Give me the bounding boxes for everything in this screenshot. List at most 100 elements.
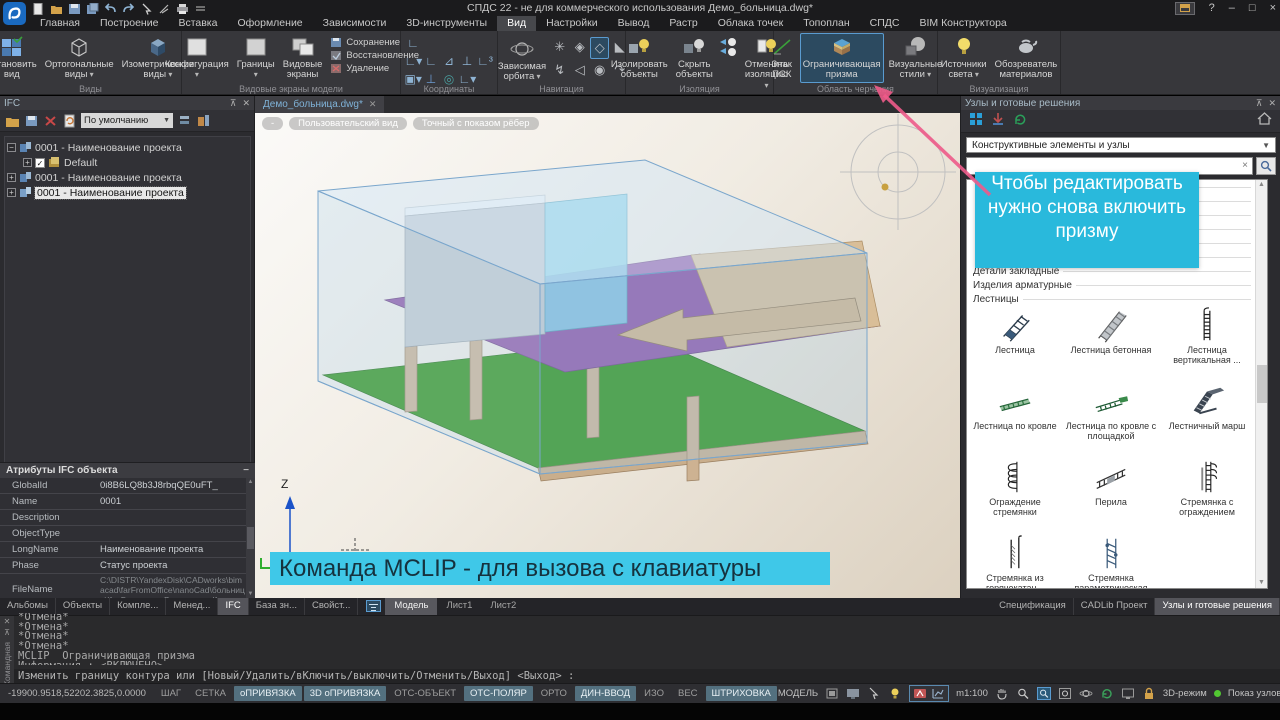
- selection-cursor-icon[interactable]: [867, 687, 881, 700]
- toggle-ves[interactable]: ВЕС: [672, 686, 704, 701]
- menu-vyvod[interactable]: Вывод: [608, 16, 660, 31]
- clipping-prism-button[interactable]: Ограничивающая призма: [800, 33, 884, 83]
- viewport-menu-control[interactable]: -: [262, 117, 283, 130]
- node-item[interactable]: Лестница по кровле с площадкой: [1063, 382, 1159, 458]
- category-row-rebar-products[interactable]: Изделия арматурные∨: [967, 278, 1267, 292]
- configuration-button[interactable]: Конфигурация: [162, 33, 232, 83]
- menu-rastr[interactable]: Растр: [659, 16, 707, 31]
- clear-search-icon[interactable]: ×: [1242, 160, 1248, 171]
- node-item[interactable]: Лестница по кровле: [967, 382, 1063, 458]
- collapse-panel-icon[interactable]: −: [243, 465, 249, 476]
- scale-readout[interactable]: m1:100: [956, 688, 988, 699]
- set-view-button[interactable]: Установить вид: [0, 33, 40, 83]
- show-nodes-label[interactable]: Показ узлов: [1228, 688, 1280, 699]
- save-ifc-icon[interactable]: [24, 114, 39, 128]
- delete-ifc-icon[interactable]: [43, 114, 58, 128]
- structure-mode-icon[interactable]: [196, 114, 211, 128]
- toggle-ots-polyar[interactable]: ОТС-ПОЛЯР: [464, 686, 533, 701]
- isolate-objects-button[interactable]: Изолировать объекты: [608, 33, 671, 83]
- nodes-scrollbar[interactable]: ▲▼: [1255, 180, 1267, 588]
- apps-grid-icon[interactable]: [1175, 2, 1195, 15]
- material-browser-button[interactable]: Обозреватель материалов: [992, 33, 1061, 83]
- node-item[interactable]: Стремянка параметрическая: [1063, 534, 1159, 589]
- attributes-scrollbar[interactable]: ▲▼: [246, 478, 255, 598]
- lighting-icon[interactable]: [888, 687, 902, 700]
- reload-ifc-icon[interactable]: [62, 114, 77, 128]
- app-logo-icon[interactable]: [3, 2, 26, 25]
- command-prompt[interactable]: Изменить границу контура или [Новый/Удал…: [14, 669, 1280, 683]
- steering-wheel-icon[interactable]: ◉: [590, 60, 609, 82]
- toggle-shag[interactable]: ШАГ: [155, 686, 187, 701]
- toggle-3d-oprivyazka[interactable]: 3D оПРИВЯЗКА: [304, 686, 387, 701]
- zoom-icon[interactable]: [1016, 687, 1030, 700]
- toggle-oprivyazka[interactable]: оПРИВЯЗКА: [234, 686, 302, 701]
- zoom-window-icon[interactable]: [1037, 687, 1051, 700]
- tree-row-project-2[interactable]: + 0001 - Наименование проекта: [7, 170, 248, 185]
- node-item[interactable]: Ограждение стремянки: [967, 458, 1063, 534]
- node-item[interactable]: Лестница: [967, 306, 1063, 382]
- menu-3d-instrumenty[interactable]: 3D-инструменты: [396, 16, 497, 31]
- open-ifc-icon[interactable]: [5, 114, 20, 128]
- ucs-3p-icon[interactable]: ∟³: [477, 54, 494, 71]
- pan-hand-icon[interactable]: ✳: [550, 37, 569, 59]
- toggle-orto[interactable]: ОРТО: [535, 686, 573, 701]
- menu-bim-konstruktor[interactable]: BIM Конструктора: [909, 16, 1016, 31]
- navigate-2d-icon[interactable]: ◇: [590, 37, 609, 59]
- toggle-izo[interactable]: ИЗО: [638, 686, 670, 701]
- toggle-shtrihovka[interactable]: ШТРИХОВКА: [706, 686, 777, 701]
- sync-icon[interactable]: [1013, 112, 1027, 131]
- measure-icon[interactable]: [158, 2, 171, 14]
- hide-objects-button[interactable]: Скрыть объекты: [673, 33, 716, 83]
- ifc-view-combo[interactable]: По умолчанию ▼: [81, 113, 173, 128]
- menu-vstavka[interactable]: Вставка: [168, 16, 227, 31]
- sheet-menu-icon[interactable]: [366, 600, 381, 612]
- space-label[interactable]: МОДЕЛЬ: [778, 688, 818, 699]
- save-all-icon[interactable]: [86, 2, 99, 14]
- light-sources-button[interactable]: Источники света: [938, 33, 990, 83]
- menu-oformlenie[interactable]: Оформление: [227, 16, 312, 31]
- node-item[interactable]: Лестница бетонная: [1063, 306, 1159, 382]
- menu-nastroyki[interactable]: Настройки: [536, 16, 608, 31]
- tree-row-project-1[interactable]: − 0001 - Наименование проекта: [7, 140, 248, 155]
- collapse-icon[interactable]: −: [7, 143, 16, 152]
- node-item[interactable]: Лестничный марш: [1159, 382, 1255, 458]
- expand-icon[interactable]: +: [7, 188, 16, 197]
- command-history[interactable]: *Отмена**Отмена**Отмена**Отмена*MCLIP Ог…: [18, 613, 1276, 665]
- ucs-object-icon[interactable]: ⊿: [441, 54, 458, 71]
- category-combo[interactable]: Конструктивные элементы и узлы ▼: [966, 137, 1276, 153]
- help-button[interactable]: ?: [1209, 1, 1215, 15]
- zoom-extents-icon[interactable]: [1058, 687, 1072, 700]
- new-file-icon[interactable]: [32, 2, 45, 14]
- list-mode-icon[interactable]: [177, 114, 192, 128]
- tree-row-project-3-selected[interactable]: + 0001 - Наименование проекта: [7, 185, 248, 200]
- borders-button[interactable]: Границы: [234, 33, 278, 83]
- workspace-icon[interactable]: [846, 687, 860, 700]
- expand-icon[interactable]: +: [7, 173, 16, 182]
- open-folder-icon[interactable]: [50, 2, 63, 14]
- close-icon[interactable]: ✕: [242, 98, 250, 109]
- zoom-dynamic-icon[interactable]: ◈: [570, 37, 589, 59]
- save-icon[interactable]: [68, 2, 81, 14]
- restore-button[interactable]: □: [1249, 1, 1256, 15]
- visual-styles-button[interactable]: Визуальные стили: [886, 33, 946, 83]
- lock-icon[interactable]: [1142, 687, 1156, 700]
- toggle-ots-obekt[interactable]: ОТС-ОБЪЕКТ: [388, 686, 462, 701]
- close-icon[interactable]: ✕: [4, 618, 11, 626]
- ucs-icon[interactable]: ∟: [405, 36, 422, 53]
- node-item[interactable]: Стремянка с ограждением: [1159, 458, 1255, 534]
- search-button[interactable]: [1256, 157, 1276, 175]
- view-name-control[interactable]: Пользовательский вид: [289, 117, 407, 130]
- ucs-sign-button[interactable]: Знак ПСК: [766, 33, 798, 83]
- menu-oblaka-tochek[interactable]: Облака точек: [708, 16, 793, 31]
- close-document-icon[interactable]: ✕: [369, 99, 377, 110]
- orbit-button[interactable]: Зависимая орбита: [495, 35, 549, 85]
- ucs-z-icon[interactable]: ⊥: [459, 54, 476, 71]
- menu-spds[interactable]: СПДС: [860, 16, 910, 31]
- close-icon[interactable]: ✕: [1268, 98, 1276, 109]
- toggle-din-vvod[interactable]: ДИН-ВВОД: [575, 686, 636, 701]
- pan-icon[interactable]: [995, 687, 1009, 700]
- ucs-world-icon[interactable]: ∟: [423, 54, 440, 71]
- close-button[interactable]: ×: [1270, 1, 1276, 15]
- menu-vid[interactable]: Вид: [497, 16, 536, 31]
- node-item[interactable]: Лестница вертикальная ...: [1159, 306, 1255, 382]
